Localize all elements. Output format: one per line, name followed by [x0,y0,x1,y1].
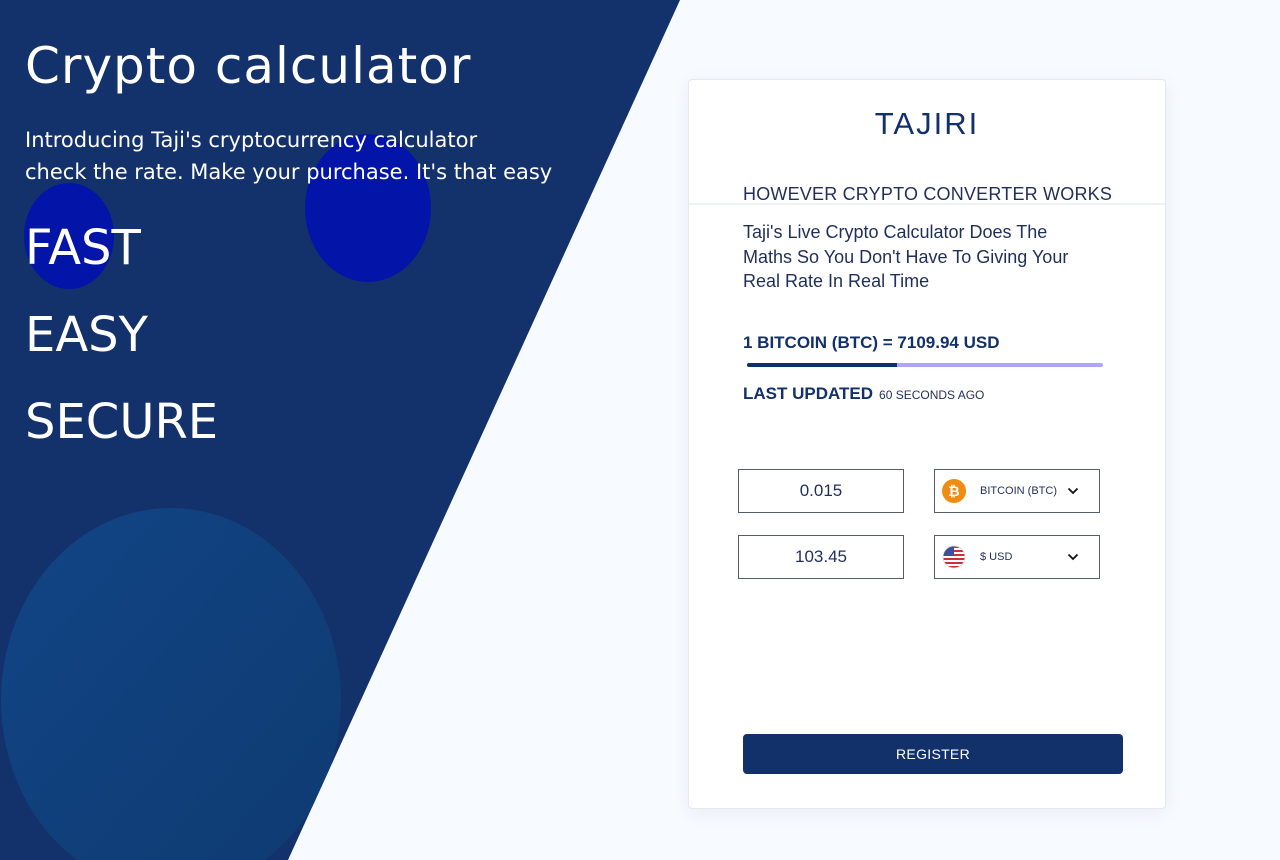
last-updated-label: LAST UPDATED [743,384,874,403]
last-updated: LAST UPDATED 60 SECONDS AGO [743,384,984,404]
hero-subtitle-line: check the rate. Make your purchase. It's… [25,160,553,184]
hero-content: Crypto calculator Introducing Taji's cry… [25,36,552,450]
us-flag-icon [942,545,966,569]
bitcoin-icon: ₿ [942,479,966,503]
chevron-down-icon [1067,553,1079,561]
fiat-amount-input[interactable]: 103.45 [738,535,904,579]
refresh-progress-bar [747,363,1103,367]
brand-logo-text: TAJIRI [874,106,980,141]
hero-subtitle-line: Introducing Taji's cryptocurrency calcul… [25,128,478,152]
refresh-progress-fill [747,363,897,367]
calculator-card: TAJIRI HOWEVER CRYPTO CONVERTER WORKS Ta… [688,79,1166,809]
hero-word-fast: FAST [25,220,141,276]
section-heading: HOWEVER CRYPTO CONVERTER WORKS [743,184,1113,204]
crypto-currency-label: BITCOIN (BTC) [980,485,1057,497]
hero-subtitle: Introducing Taji's cryptocurrency calcul… [25,124,552,188]
divider [689,203,1165,205]
crypto-amount-input[interactable]: 0.015 [738,469,904,513]
exchange-rate: 1 BITCOIN (BTC) = 7109.94 USD [743,333,1000,352]
hero-word-easy: EASY [25,307,148,363]
hero-word-secure: SECURE [25,394,219,450]
crypto-currency-select[interactable]: ₿ BITCOIN (BTC) [934,469,1100,513]
register-button[interactable]: REGISTER [743,734,1123,774]
fiat-currency-select[interactable]: $ USD [934,535,1100,579]
fiat-currency-label: $ USD [980,551,1013,563]
chevron-down-icon [1067,487,1079,495]
last-updated-value: 60 SECONDS AGO [879,388,985,402]
description: Taji's Live Crypto Calculator Does The M… [743,222,1069,291]
hero-title: Crypto calculator [25,37,472,95]
